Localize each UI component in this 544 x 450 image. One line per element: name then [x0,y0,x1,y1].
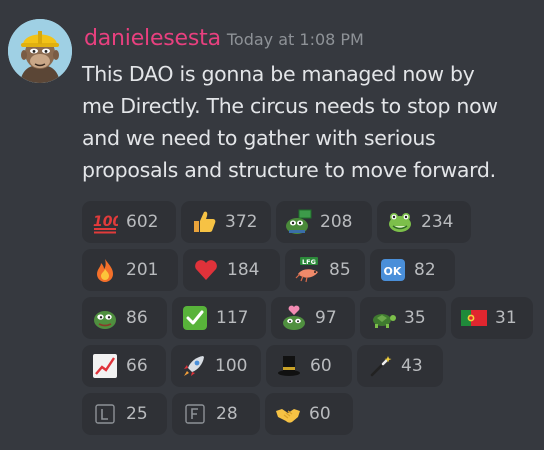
reactions-row: 66 100 60 43 [82,345,542,387]
message-line: proposals and structure to move forward. [82,158,496,182]
bored-ape-avatar-icon [8,19,72,83]
reaction-thumbs-up[interactable]: 372 [181,201,271,243]
reaction-count: 201 [126,260,159,280]
frog-face-icon [386,208,414,236]
avatar[interactable] [8,19,72,83]
reaction-letter-f[interactable]: 28 [172,393,260,435]
reaction-count: 60 [309,404,331,424]
thumbs-up-icon [190,208,218,236]
reaction-count: 372 [225,212,258,232]
reaction-magic-wand[interactable]: 43 [357,345,443,387]
reaction-count: 117 [216,308,249,328]
reaction-count: 234 [421,212,454,232]
pepe-money-icon [285,208,313,236]
reaction-rocket[interactable]: 100 [171,345,261,387]
reaction-lfg-shrimp[interactable]: LFG 85 [285,249,365,291]
reactions-row: 201 184 LFG 85 OK 82 [82,249,542,291]
magic-wand-icon [366,352,394,380]
check-mark-button-icon [181,304,209,332]
reaction-pepe[interactable]: 86 [82,297,167,339]
svg-text:LFG: LFG [302,258,316,266]
reaction-count: 25 [126,404,148,424]
reaction-count: 82 [414,260,436,280]
reactions-row: 86 117 97 35 31 [82,297,542,339]
reaction-count: 100 [215,356,248,376]
reaction-hundred-points[interactable]: 100 602 [82,201,176,243]
ok-button-icon: OK [379,256,407,284]
timestamp: Today at 1:08 PM [226,30,364,49]
reaction-pepe-money[interactable]: 208 [276,201,372,243]
reaction-handshake[interactable]: 60 [265,393,353,435]
reaction-count: 43 [401,356,423,376]
reaction-frog-face[interactable]: 234 [377,201,471,243]
username[interactable]: danielesesta [84,26,221,51]
reaction-count: 66 [126,356,148,376]
reaction-red-heart[interactable]: 184 [183,249,280,291]
reaction-check-mark[interactable]: 117 [172,297,266,339]
reaction-count: 31 [495,308,517,328]
portugal-flag-icon [460,304,488,332]
lfg-shrimp-icon: LFG [294,256,322,284]
reactions-row: 25 28 60 [82,393,542,435]
reaction-letter-l[interactable]: 25 [82,393,167,435]
reaction-count: 97 [315,308,337,328]
top-hat-icon [275,352,303,380]
reaction-chart-increasing[interactable]: 66 [82,345,166,387]
reaction-count: 85 [329,260,351,280]
letter-f-icon [181,400,209,428]
reaction-top-hat[interactable]: 60 [266,345,352,387]
fire-icon [91,256,119,284]
rocket-icon [180,352,208,380]
pepe-heart-icon [280,304,308,332]
svg-text:100: 100 [93,214,118,230]
message-line: me Directly. The circus needs to stop no… [82,94,498,118]
chat-message: danielesesta Today at 1:08 PM This DAO is… [0,0,544,450]
reaction-fire[interactable]: 201 [82,249,178,291]
reaction-count: 35 [404,308,426,328]
handshake-icon [274,400,302,428]
reaction-ok-button[interactable]: OK 82 [370,249,455,291]
reaction-portugal-flag[interactable]: 31 [451,297,533,339]
reaction-count: 60 [310,356,332,376]
reaction-count: 28 [216,404,238,424]
reaction-count: 184 [227,260,260,280]
letter-l-icon [91,400,119,428]
turtle-icon [369,304,397,332]
reactions-bar: 100 602 372 [82,201,542,441]
chart-increasing-icon [91,352,119,380]
red-heart-icon [192,256,220,284]
message-content: This DAO is gonna be managed now by me D… [82,58,540,186]
pepe-icon [91,304,119,332]
reaction-pepe-heart[interactable]: 97 [271,297,355,339]
hundred-points-icon: 100 [91,208,119,236]
message-header: danielesesta Today at 1:08 PM [84,26,364,56]
reactions-row: 100 602 372 [82,201,542,243]
svg-text:OK: OK [384,265,402,278]
reaction-count: 208 [320,212,353,232]
reaction-count: 602 [126,212,159,232]
message-line: This DAO is gonna be managed now by [82,62,475,86]
reaction-count: 86 [126,308,148,328]
message-line: and we need to gather with serious [82,126,436,150]
reaction-turtle[interactable]: 35 [360,297,446,339]
